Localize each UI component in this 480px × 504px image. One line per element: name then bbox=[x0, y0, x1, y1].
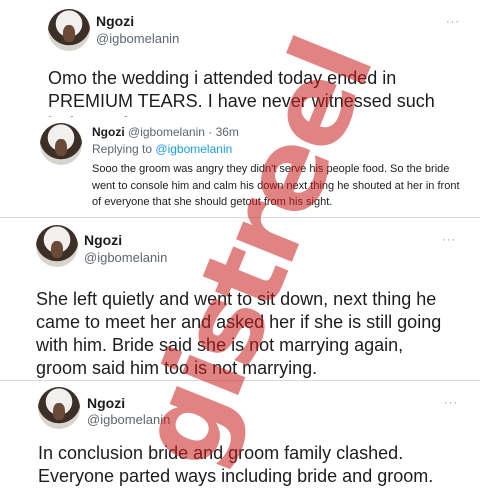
tweet-card-3[interactable]: Ngozi @igbomelanin ··· In conclusion bri… bbox=[0, 381, 480, 504]
author-name[interactable]: Ngozi bbox=[87, 395, 125, 411]
quoted-tweet-text: Sooo the groom was angry they didn't ser… bbox=[92, 163, 460, 208]
quoted-tweet[interactable]: Ngozi @igbomelanin · 36m Replying to @ig… bbox=[30, 117, 470, 214]
replying-to-label: Replying to bbox=[92, 142, 153, 156]
quoted-author-name: Ngozi bbox=[92, 125, 125, 139]
quoted-author-line: Ngozi @igbomelanin · 36m bbox=[92, 125, 239, 139]
author-name[interactable]: Ngozi bbox=[84, 232, 122, 248]
avatar[interactable] bbox=[38, 387, 80, 429]
replying-to-handle-link[interactable]: @igbomelanin bbox=[155, 142, 232, 156]
avatar[interactable] bbox=[48, 9, 90, 51]
more-options-icon[interactable]: ··· bbox=[444, 397, 458, 409]
tweet-card-2[interactable]: Ngozi @igbomelanin ··· She left quietly … bbox=[0, 218, 480, 380]
quoted-author-meta: @igbomelanin · 36m bbox=[128, 125, 239, 139]
avatar bbox=[40, 123, 82, 165]
author-name[interactable]: Ngozi bbox=[96, 13, 134, 29]
author-handle[interactable]: @igbomelanin bbox=[84, 250, 167, 265]
avatar[interactable] bbox=[36, 225, 78, 267]
author-handle[interactable]: @igbomelanin bbox=[96, 31, 179, 46]
more-options-icon[interactable]: ··· bbox=[446, 16, 460, 28]
replying-to-line: Replying to @igbomelanin bbox=[92, 142, 232, 156]
tweet-card-1[interactable]: Ngozi @igbomelanin ··· Omo the wedding i… bbox=[0, 0, 480, 216]
author-handle[interactable]: @igbomelanin bbox=[87, 412, 170, 427]
tweet-text: In conclusion bride and groom family cla… bbox=[38, 443, 434, 486]
tweet-text: She left quietly and went to sit down, n… bbox=[36, 289, 442, 378]
more-options-icon[interactable]: ··· bbox=[442, 234, 456, 246]
